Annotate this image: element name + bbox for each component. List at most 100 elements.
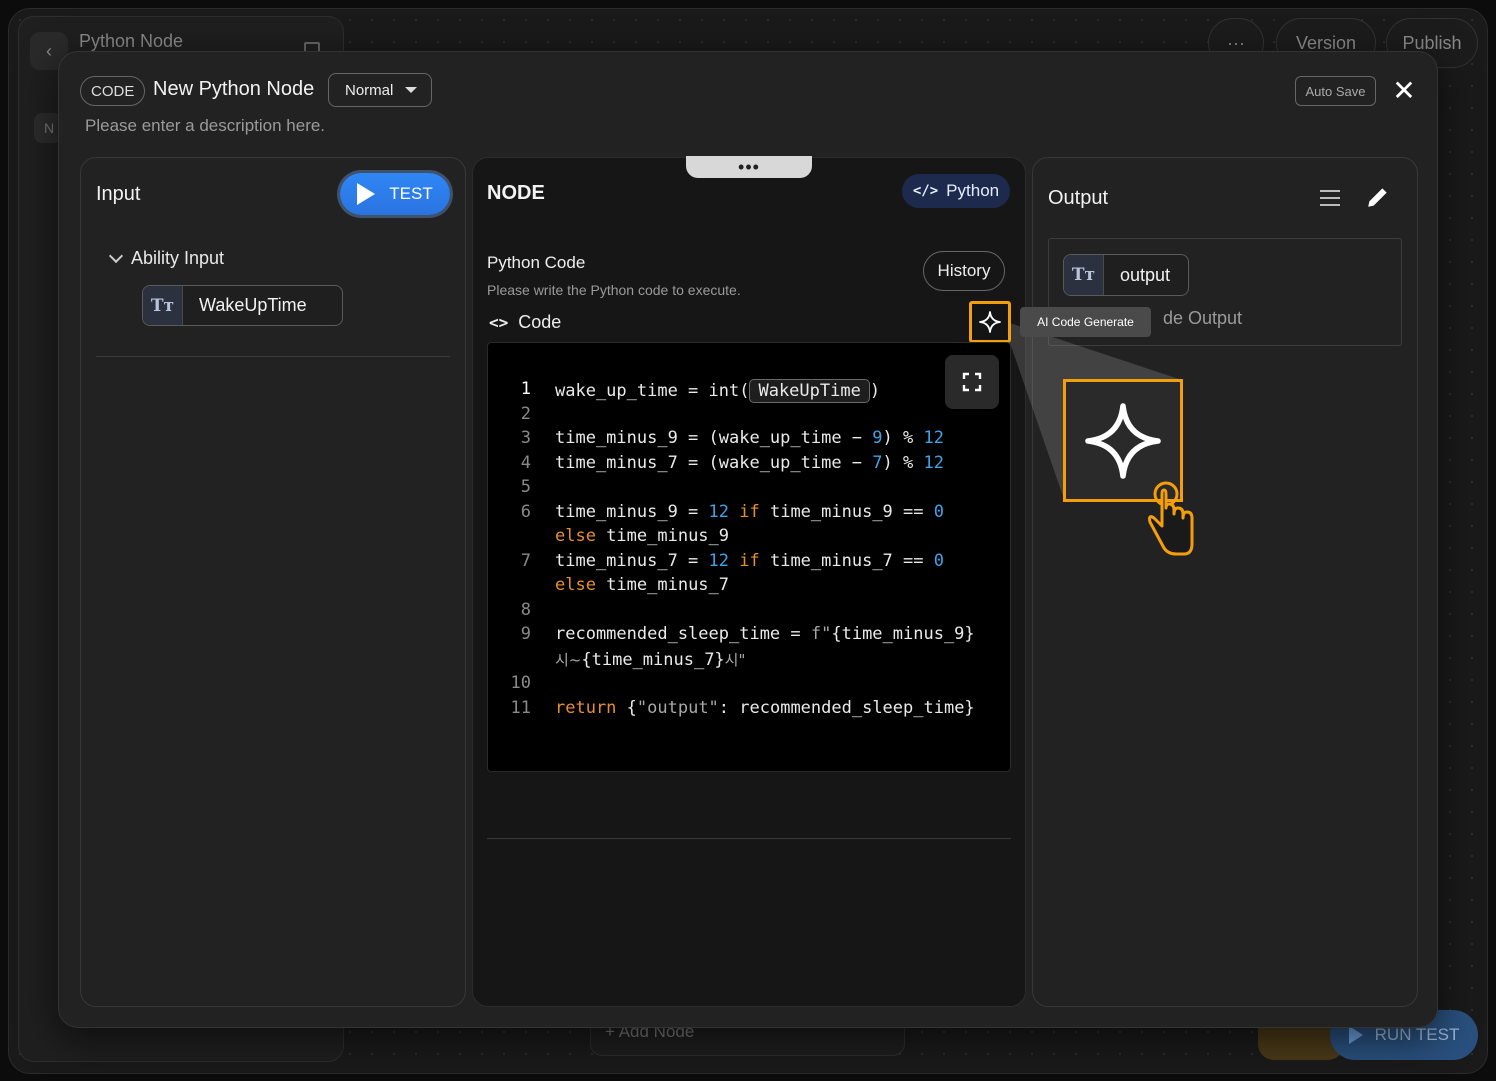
line-number: 11	[510, 698, 531, 718]
code-token: time_minus_9 ==	[769, 502, 934, 522]
code-label-text: Code	[518, 312, 562, 332]
python-node-modal: CODE New Python Node Normal Please enter…	[58, 51, 1438, 1028]
code-number: 0	[933, 502, 944, 522]
node-description[interactable]: Please enter a description here.	[85, 116, 325, 136]
code-string: "output"	[636, 698, 719, 718]
menu-icon[interactable]	[1320, 190, 1340, 206]
code-keyword: else	[555, 526, 596, 546]
code-editor[interactable]: 1 2 3 4 5 6 7 8 9 10 11 wake_up_time = i…	[487, 342, 1011, 772]
code-number: 7	[872, 453, 883, 473]
code-string: 시~	[555, 651, 582, 669]
pencil-icon[interactable]	[1365, 184, 1391, 210]
input-panel: Input TEST Ability Input Tт WakeUpTime	[80, 157, 466, 1007]
code-token: : recommended_sleep_time}	[718, 698, 975, 718]
divider	[96, 356, 450, 357]
code-keyword: else	[555, 575, 596, 595]
output-variable-chip[interactable]: Tт output	[1063, 254, 1189, 296]
code-string: f"	[810, 624, 832, 644]
code-token: time_minus_9 = (wake_up_time −	[555, 428, 873, 448]
code-number: 9	[872, 428, 883, 448]
code-line: 시~{time_minus_7}시"	[555, 649, 745, 670]
code-token: time_minus_7 ==	[769, 551, 934, 571]
code-string: 시"	[724, 651, 746, 669]
python-code-description: Please write the Python code to execute.	[487, 282, 741, 298]
code-line: time_minus_9 = 12 if time_minus_9 == 0	[555, 502, 944, 522]
code-token: {	[616, 698, 637, 718]
line-number: 9	[520, 624, 531, 644]
code-icon: </>	[912, 183, 939, 199]
ai-code-generate-button[interactable]	[969, 301, 1011, 343]
code-line: else time_minus_9	[555, 526, 729, 546]
code-label: <> Code	[489, 312, 561, 333]
ability-input-toggle[interactable]: Ability Input	[108, 248, 224, 269]
node-panel: ••• NODE </> Python Python Code Please w…	[472, 156, 1026, 1007]
code-token: time_minus_7 =	[555, 551, 709, 571]
autosave-button[interactable]: Auto Save	[1295, 76, 1376, 106]
code-line: time_minus_7 = 12 if time_minus_7 == 0	[555, 551, 944, 571]
line-number: 2	[520, 404, 531, 424]
output-panel-title: Output	[1048, 187, 1109, 209]
close-icon[interactable]: ✕	[1391, 77, 1417, 105]
code-number: 12	[708, 502, 730, 522]
code-line: recommended_sleep_time = f"{time_minus_9…	[555, 624, 975, 644]
code-token: time_minus_9	[595, 526, 730, 546]
play-icon	[357, 183, 376, 205]
node-panel-title: NODE	[487, 182, 545, 204]
line-number: 6	[520, 502, 531, 522]
play-icon	[1348, 1026, 1363, 1044]
line-number: 1	[520, 379, 531, 399]
code-number: 12	[923, 453, 944, 473]
code-line: time_minus_9 = (wake_up_time − 9) % 12	[555, 428, 944, 448]
chevron-down-icon	[108, 248, 124, 264]
drag-handle[interactable]: •••	[686, 156, 812, 178]
output-panel: Output Tт output de Output	[1032, 157, 1418, 1007]
code-badge: CODE	[80, 76, 146, 106]
code-number: 0	[933, 551, 944, 571]
line-number: 3	[520, 428, 531, 448]
pointer-hand-icon	[1148, 481, 1194, 556]
code-token: ) %	[882, 428, 924, 448]
code-line: time_minus_7 = (wake_up_time − 7) % 12	[555, 453, 944, 473]
fullscreen-icon	[962, 372, 982, 392]
background-title: Python Node	[79, 31, 184, 51]
code-token: )	[869, 381, 881, 401]
history-button[interactable]: History	[923, 251, 1005, 291]
test-button[interactable]: TEST	[340, 173, 450, 215]
mode-select[interactable]: Normal	[328, 73, 432, 107]
ai-code-generate-tooltip: AI Code Generate	[1020, 307, 1151, 337]
expand-icon[interactable]	[945, 355, 999, 409]
code-token: {time_minus_7}	[581, 650, 725, 670]
line-number: 5	[520, 477, 531, 497]
input-variable-name: WakeUpTime	[199, 295, 307, 315]
sparkle-icon	[1085, 402, 1161, 479]
input-variable-chip[interactable]: Tт WakeUpTime	[142, 285, 343, 326]
language-button[interactable]: </> Python	[902, 174, 1010, 208]
code-token: time_minus_9 =	[555, 502, 709, 522]
code-token: {time_minus_9}	[831, 624, 975, 644]
python-code-title: Python Code	[487, 253, 586, 272]
node-title[interactable]: New Python Node	[153, 78, 314, 101]
test-button-label: TEST	[389, 184, 433, 203]
line-number: 7	[520, 551, 531, 571]
code-token: wake_up_time = int(	[555, 381, 750, 401]
code-line: else time_minus_7	[555, 575, 729, 595]
line-number: 10	[510, 673, 531, 693]
output-hint: de Output	[1163, 308, 1243, 328]
caret-down-icon	[405, 87, 418, 93]
sparkle-icon	[979, 311, 1001, 333]
code-token: recommended_sleep_time =	[555, 624, 811, 644]
output-variable-name: output	[1120, 264, 1171, 285]
code-keyword: return	[555, 698, 617, 718]
code-line: return {"output": recommended_sleep_time…	[555, 698, 975, 718]
code-keyword: if	[729, 502, 770, 522]
code-keyword: if	[729, 551, 770, 571]
language-label: Python	[946, 181, 1000, 200]
code-token: time_minus_7 = (wake_up_time −	[555, 453, 873, 473]
input-panel-title: Input	[96, 183, 141, 205]
line-number: 4	[520, 453, 531, 473]
run-test-label: RUN TEST	[1374, 1025, 1460, 1044]
code-number: 12	[708, 551, 730, 571]
mode-select-value: Normal	[345, 81, 394, 99]
variable-token[interactable]: WakeUpTime	[749, 379, 870, 403]
code-line: wake_up_time = int(WakeUpTime)	[555, 379, 880, 403]
